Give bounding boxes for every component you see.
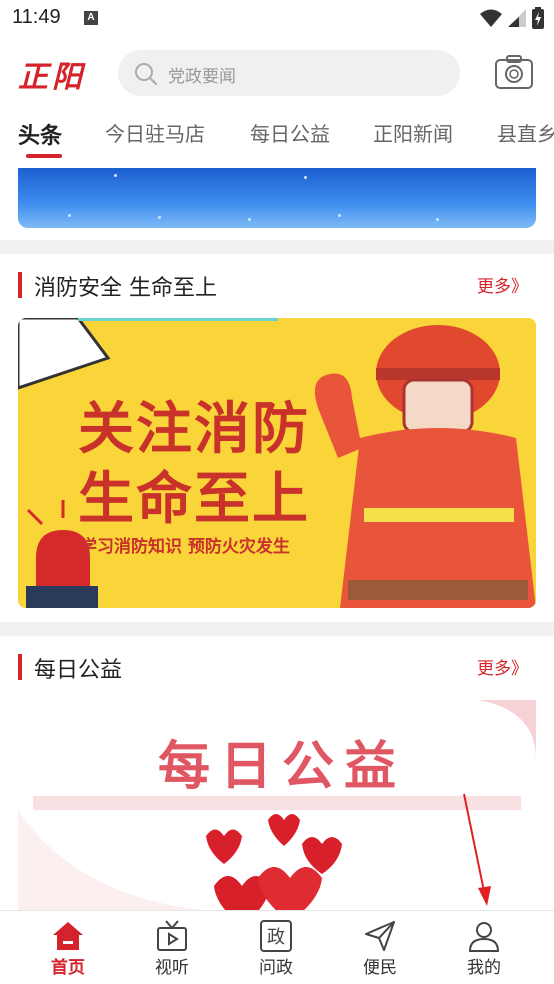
top-banner-image[interactable]	[18, 168, 536, 228]
section-divider	[0, 622, 554, 636]
send-icon	[365, 921, 395, 951]
svg-text:政: 政	[267, 927, 285, 948]
nav-label: 问政	[259, 958, 293, 978]
section-fire-safety-header: 消防安全 生命至上 更多》	[0, 256, 554, 312]
more-link[interactable]: 更多》	[477, 272, 528, 297]
fire-image-title-line1: 关注消防	[78, 397, 310, 462]
section-title: 消防安全 生命至上	[34, 276, 217, 301]
tab-zhumadian-today[interactable]: 今日驻马店	[105, 118, 205, 147]
tab-headlines[interactable]: 头条	[18, 118, 62, 150]
fire-image-title-line2: 生命至上	[78, 467, 310, 532]
user-icon	[468, 922, 500, 952]
status-bar: 11:49 A	[0, 0, 554, 36]
nav-label: 视听	[155, 958, 189, 978]
nav-audio-video[interactable]: 视听	[120, 911, 224, 984]
bottom-navigation: 首页 视听 政 问政 便民 我的	[0, 910, 554, 984]
nav-label: 便民	[363, 958, 397, 978]
nav-home[interactable]: 首页	[16, 911, 120, 984]
nav-label: 我的	[467, 958, 501, 978]
section-title: 每日公益	[34, 658, 123, 683]
signal-icon	[508, 9, 526, 27]
wifi-icon	[480, 9, 502, 27]
nav-profile[interactable]: 我的	[432, 911, 536, 984]
search-icon	[135, 63, 157, 85]
section-daily-charity-header: 每日公益 更多》	[0, 638, 554, 694]
category-tabs: 头条 今日驻马店 每日公益 正阳新闻 县直乡	[0, 110, 554, 168]
notification-badge: A	[84, 11, 98, 25]
status-time: 11:49	[12, 6, 61, 28]
nav-services[interactable]: 便民	[328, 911, 432, 984]
tab-county-towns[interactable]: 县直乡	[497, 118, 554, 147]
app-logo[interactable]: 正阳	[18, 52, 86, 96]
tab-zhengyang-news[interactable]: 正阳新闻	[373, 118, 453, 147]
charity-image-title: 每日公益	[158, 736, 407, 797]
politics-icon: 政	[260, 920, 292, 952]
daily-charity-image[interactable]: 每日公益	[18, 700, 536, 912]
camera-icon[interactable]	[494, 54, 534, 90]
fire-image-subtitle: 学习消防知识 预防火灾发生	[80, 537, 290, 557]
more-link[interactable]: 更多》	[477, 654, 528, 679]
section-accent-bar	[18, 654, 22, 680]
home-icon	[53, 922, 83, 950]
nav-label: 首页	[51, 958, 85, 978]
section-divider	[0, 240, 554, 254]
tab-daily-charity[interactable]: 每日公益	[250, 118, 330, 147]
search-placeholder: 党政要闻	[168, 67, 236, 87]
battery-icon	[532, 7, 544, 29]
nav-inquiry[interactable]: 政 问政	[224, 911, 328, 984]
fire-safety-image[interactable]: 关注消防 生命至上 学习消防知识 预防火灾发生	[18, 318, 536, 608]
app-header: 正阳 党政要闻	[0, 36, 554, 110]
search-input[interactable]: 党政要闻	[118, 50, 460, 96]
tv-icon	[157, 920, 187, 951]
status-icons	[480, 6, 544, 30]
active-tab-indicator	[26, 154, 62, 158]
section-accent-bar	[18, 272, 22, 298]
